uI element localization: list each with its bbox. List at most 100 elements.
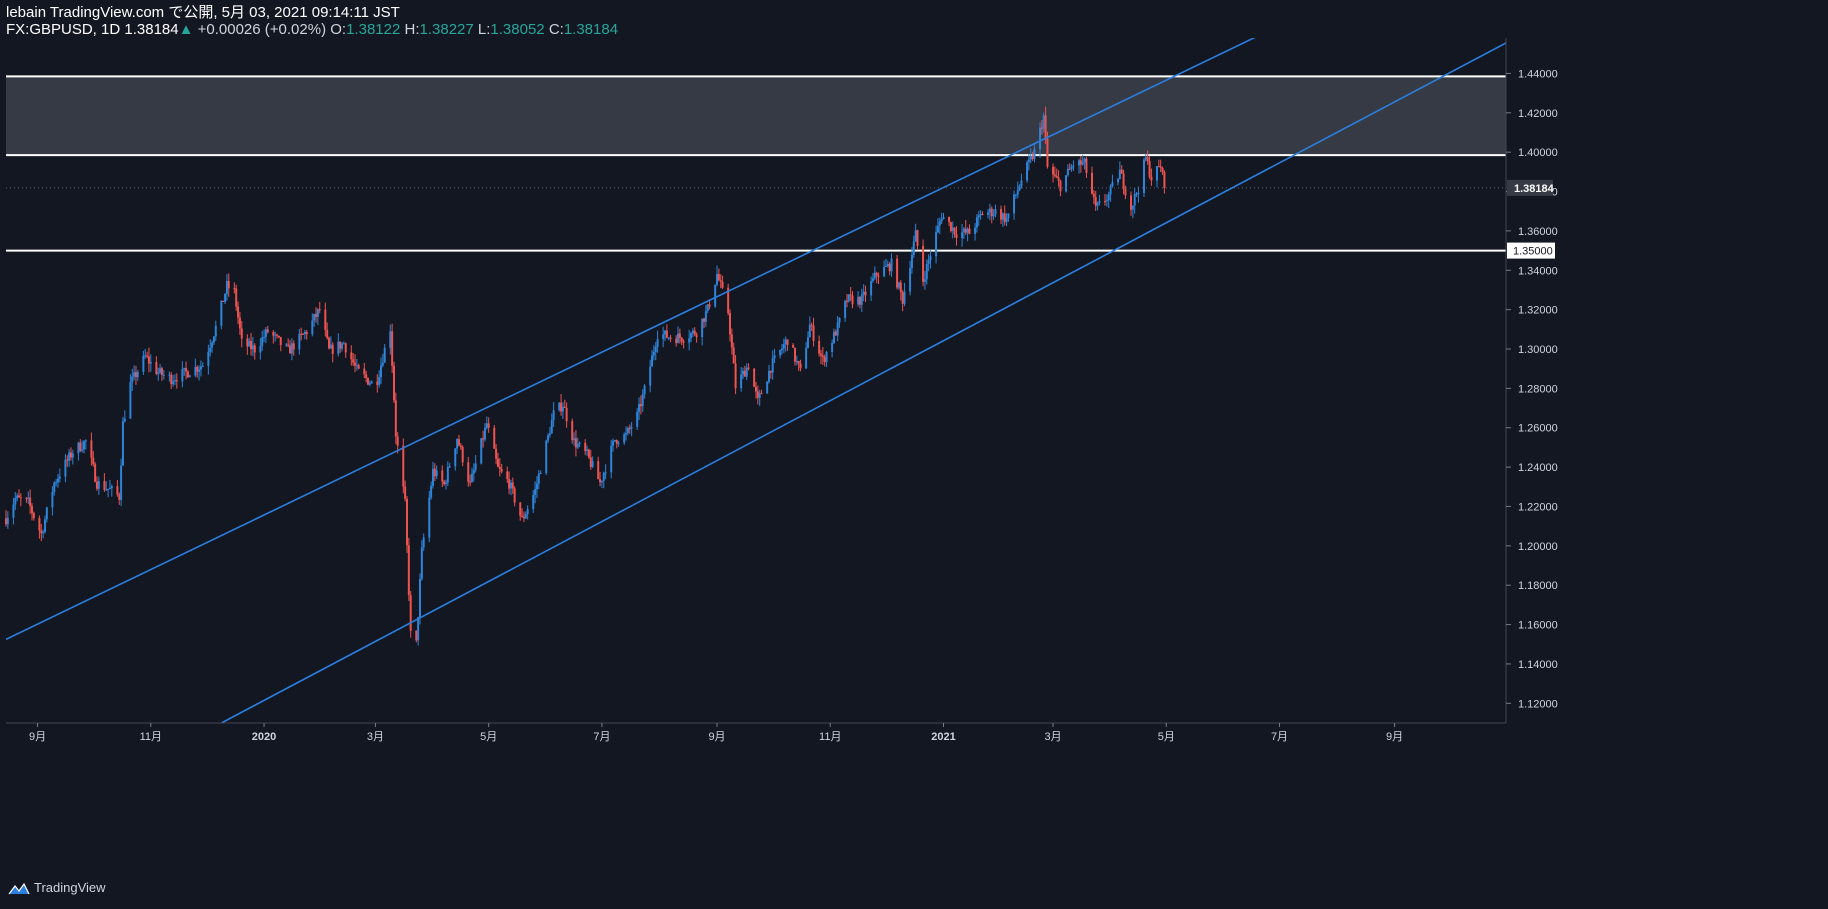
candle-body [641, 394, 644, 407]
candle [17, 489, 20, 498]
candle [136, 369, 139, 381]
candle [300, 327, 303, 341]
candle-body [639, 403, 642, 407]
candle [225, 274, 228, 301]
price-tick-label: 1.24000 [1518, 462, 1558, 474]
candle-body [300, 333, 303, 335]
candle [378, 370, 381, 388]
candle-body [331, 344, 334, 355]
candle-body [1059, 180, 1062, 192]
candle-body [708, 304, 711, 307]
brand-label: TradingView [34, 880, 106, 895]
candle-body [370, 381, 373, 384]
price-tick-label: 1.36000 [1518, 226, 1558, 238]
candle-body [350, 352, 353, 360]
candle [767, 364, 770, 384]
candle [246, 334, 249, 355]
candle [701, 318, 704, 346]
candle [912, 235, 915, 258]
candle-body [864, 291, 867, 296]
candle [858, 296, 861, 309]
candle-body [402, 445, 405, 487]
tradingview-brand[interactable]: TradingView [8, 880, 106, 896]
candle [493, 424, 496, 449]
time-axis[interactable]: 9月 11月 2020 3月 5月 7月 9月 11月 2021 3月 5月 7月 9月 [6, 722, 1506, 743]
candle [1014, 194, 1017, 199]
candle-body [30, 506, 33, 514]
candle [331, 342, 334, 363]
candle [159, 363, 162, 375]
candle-body [875, 272, 878, 276]
candle-body [430, 485, 433, 498]
candle [890, 253, 893, 277]
candle-body [354, 362, 357, 366]
candle [133, 365, 136, 381]
candle-body [170, 374, 173, 385]
candle [916, 229, 919, 251]
candle [207, 344, 210, 375]
candle [211, 340, 214, 353]
price-tick-label: 1.40000 [1518, 147, 1558, 159]
candle [571, 418, 574, 444]
candle-body [935, 232, 938, 257]
candle-body [886, 264, 889, 267]
candle [186, 370, 189, 378]
candle [550, 413, 553, 434]
candle [808, 316, 811, 338]
candle [1013, 190, 1016, 220]
candle [521, 508, 524, 518]
candle [5, 510, 7, 527]
candle-body [773, 355, 776, 359]
candle [354, 354, 357, 373]
candle [198, 365, 201, 381]
candle [470, 467, 473, 483]
candle-body [110, 486, 113, 489]
candle-body [526, 509, 529, 514]
candle [638, 397, 641, 421]
candle-body [1124, 189, 1127, 196]
candle [160, 366, 163, 381]
candle [667, 336, 670, 341]
candle [680, 336, 683, 346]
candle-body [55, 482, 58, 484]
price-chart[interactable]: 1.12000 1.14000 1.16000 1.18000 1.20000 1.220… [0, 0, 1828, 870]
candle-body [12, 504, 15, 518]
candle-body [51, 492, 54, 508]
candle [563, 399, 566, 408]
candle [641, 389, 644, 412]
price-tick-label: 1.26000 [1518, 423, 1558, 435]
candle [316, 308, 319, 326]
candle [1083, 157, 1086, 170]
candle-body [483, 427, 486, 440]
candle-body [391, 331, 394, 366]
candle [313, 313, 316, 327]
candle [615, 439, 618, 449]
candle-body [1027, 159, 1030, 163]
candle-body [561, 406, 564, 412]
candle-body [235, 288, 238, 307]
candle-body [302, 333, 305, 335]
candle-body [981, 214, 984, 216]
candle-body [1098, 201, 1101, 203]
candle-body [704, 311, 707, 322]
price-tick-label: 1.30000 [1518, 344, 1558, 356]
candle-body [326, 330, 329, 338]
candle [864, 285, 867, 303]
candle [199, 360, 202, 377]
candle-body [428, 497, 431, 538]
candle [560, 393, 563, 416]
candle-body [964, 228, 967, 233]
candle [977, 210, 980, 226]
candle [925, 259, 928, 285]
candle [1135, 192, 1138, 198]
candle [690, 331, 693, 343]
candle [1157, 159, 1160, 168]
candle-body [1007, 213, 1010, 218]
candle-body [433, 468, 436, 477]
candle [95, 476, 98, 491]
candle-body [457, 439, 460, 446]
candle-body [84, 440, 87, 442]
candle [266, 325, 269, 334]
candle-body [157, 372, 160, 374]
candle-body [233, 288, 236, 290]
